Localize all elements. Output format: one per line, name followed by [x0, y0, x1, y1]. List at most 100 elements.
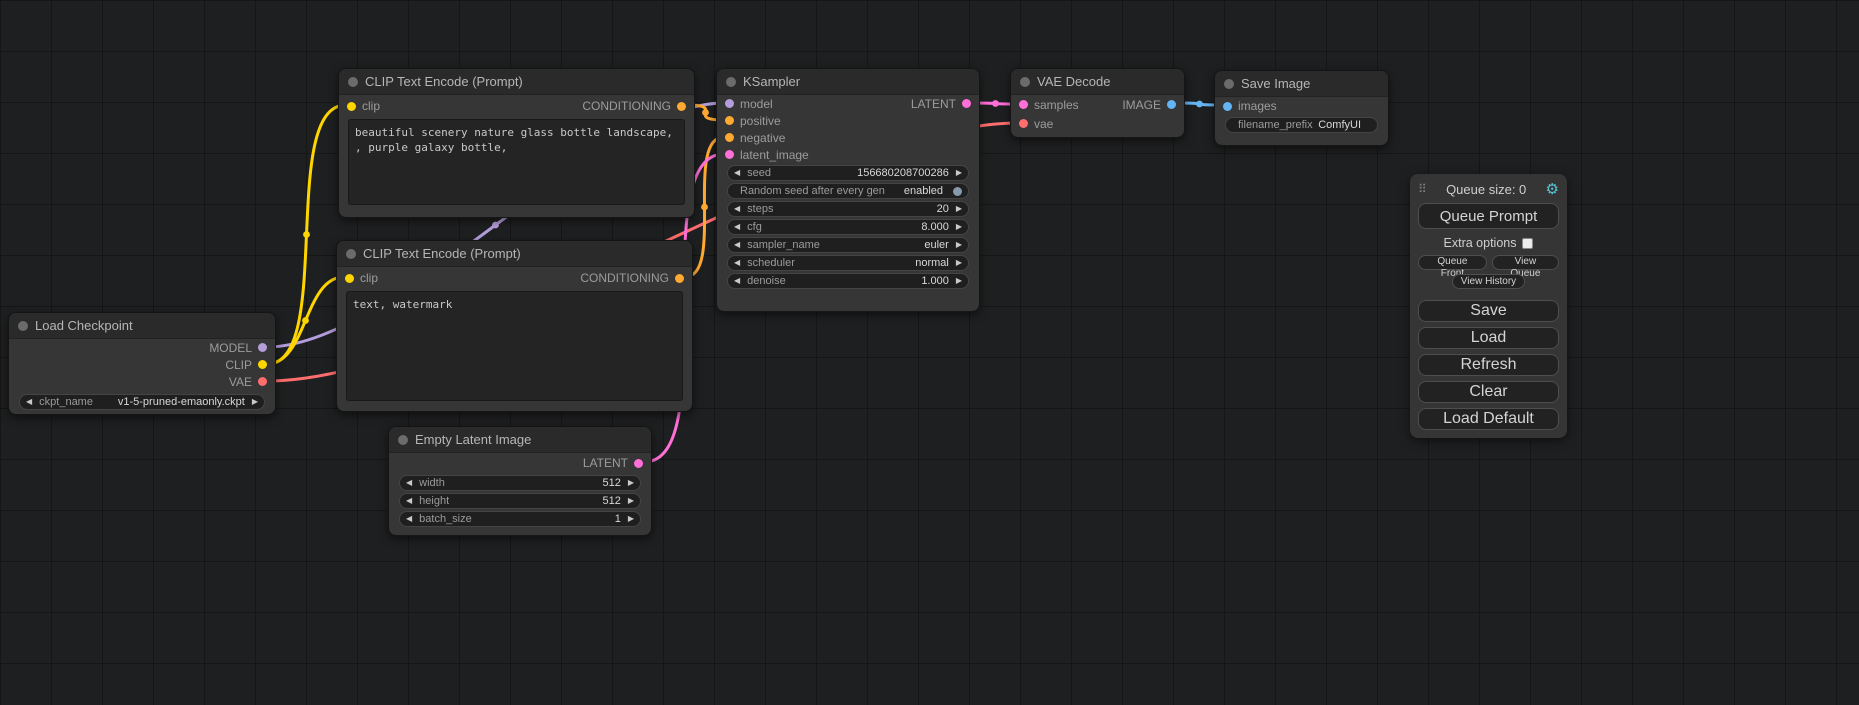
clip-input-port[interactable] [345, 274, 354, 283]
queue-prompt-button[interactable]: Queue Prompt [1418, 203, 1559, 229]
increment-arrow-icon[interactable]: ▶ [956, 277, 962, 285]
latent-output-port[interactable] [962, 99, 971, 108]
node-titlebar[interactable]: Save Image [1215, 71, 1388, 97]
image-output-port[interactable] [1167, 100, 1176, 109]
link-midpoint-dot-sampled-latent[interactable] [992, 100, 999, 107]
node-titlebar[interactable]: KSampler [717, 69, 979, 95]
conditioning-output-port[interactable] [675, 274, 684, 283]
node-titlebar[interactable]: CLIP Text Encode (Prompt) [337, 241, 692, 267]
prev-arrow-icon[interactable]: ◀ [26, 398, 32, 406]
positive-input-port[interactable] [725, 116, 734, 125]
node-ksampler[interactable]: KSampler model LATENT positive negative … [716, 68, 980, 312]
collapse-dot[interactable] [346, 249, 356, 259]
negative-prompt-textarea[interactable]: text, watermark [346, 291, 683, 401]
widget-label: seed [747, 167, 771, 179]
clip-input-port[interactable] [347, 102, 356, 111]
samples-input-port[interactable] [1019, 100, 1028, 109]
decrement-arrow-icon[interactable]: ◀ [406, 515, 412, 523]
increment-arrow-icon[interactable]: ▶ [628, 515, 634, 523]
prev-arrow-icon[interactable]: ◀ [734, 259, 740, 267]
seed-widget[interactable]: ◀ seed 156680208700286 ▶ [727, 165, 969, 181]
node-titlebar[interactable]: Empty Latent Image [389, 427, 651, 453]
load-default-button[interactable]: Load Default [1418, 408, 1559, 430]
node-clip-text-encode-negative[interactable]: CLIP Text Encode (Prompt) clip CONDITION… [336, 240, 693, 412]
positive-prompt-textarea[interactable]: beautiful scenery nature glass bottle la… [348, 119, 685, 205]
collapse-dot[interactable] [398, 435, 408, 445]
decrement-arrow-icon[interactable]: ◀ [406, 497, 412, 505]
node-empty-latent-image[interactable]: Empty Latent Image LATENT ◀ width 512 ▶ … [388, 426, 652, 536]
node-titlebar[interactable]: VAE Decode [1011, 69, 1184, 95]
negative-input-port[interactable] [725, 133, 734, 142]
ckpt-name-widget[interactable]: ◀ ckpt_name v1-5-pruned-emaonly.ckpt ▶ [19, 394, 265, 410]
conditioning-output-port[interactable] [677, 102, 686, 111]
model-input-port[interactable] [725, 99, 734, 108]
denoise-widget[interactable]: ◀ denoise 1.000 ▶ [727, 273, 969, 289]
clip-output-port[interactable] [258, 360, 267, 369]
random-seed-toggle-widget[interactable]: Random seed after every gen enabled [727, 183, 969, 199]
cfg-widget[interactable]: ◀ cfg 8.000 ▶ [727, 219, 969, 235]
height-widget[interactable]: ◀ height 512 ▶ [399, 493, 641, 509]
link-midpoint-dot-clip-to-positive[interactable] [303, 231, 310, 238]
view-history-button[interactable]: View History [1452, 274, 1525, 289]
link-midpoint-dot-model[interactable] [492, 222, 499, 229]
images-input-port[interactable] [1223, 102, 1232, 111]
decrement-arrow-icon[interactable]: ◀ [734, 169, 740, 177]
queue-menu-panel[interactable]: ⠿ Queue size: 0 ⚙ Queue Prompt Extra opt… [1410, 174, 1567, 438]
view-queue-button[interactable]: View Queue [1492, 255, 1559, 270]
slot-row: LATENT [389, 453, 651, 473]
drag-handle-icon[interactable]: ⠿ [1418, 182, 1427, 196]
link-midpoint-dot-clip-to-negative[interactable] [302, 317, 309, 324]
steps-widget[interactable]: ◀ steps 20 ▶ [727, 201, 969, 217]
increment-arrow-icon[interactable]: ▶ [628, 479, 634, 487]
node-graph-canvas[interactable]: Load Checkpoint MODEL CLIP VAE ◀ ckpt_na… [0, 0, 1859, 705]
node-titlebar[interactable]: CLIP Text Encode (Prompt) [339, 69, 694, 95]
increment-arrow-icon[interactable]: ▶ [956, 223, 962, 231]
decrement-arrow-icon[interactable]: ◀ [406, 479, 412, 487]
latent-image-input-port[interactable] [725, 150, 734, 159]
increment-arrow-icon[interactable]: ▶ [956, 169, 962, 177]
latent-output-port[interactable] [634, 459, 643, 468]
vae-input-port[interactable] [1019, 119, 1028, 128]
filename-prefix-widget[interactable]: filename_prefix ComfyUI [1225, 117, 1378, 133]
collapse-dot[interactable] [1020, 77, 1030, 87]
link-midpoint-dot-positive-conditioning[interactable] [702, 109, 709, 116]
link-midpoint-dot-negative-conditioning[interactable] [701, 204, 708, 211]
node-clip-text-encode-positive[interactable]: CLIP Text Encode (Prompt) clip CONDITION… [338, 68, 695, 218]
increment-arrow-icon[interactable]: ▶ [956, 205, 962, 213]
scheduler-widget[interactable]: ◀ scheduler normal ▶ [727, 255, 969, 271]
widget-label: width [419, 477, 445, 489]
refresh-button[interactable]: Refresh [1418, 354, 1559, 376]
next-arrow-icon[interactable]: ▶ [956, 259, 962, 267]
decrement-arrow-icon[interactable]: ◀ [734, 205, 740, 213]
link-midpoint-dot-decoded-image[interactable] [1196, 101, 1203, 108]
prev-arrow-icon[interactable]: ◀ [734, 241, 740, 249]
next-arrow-icon[interactable]: ▶ [956, 241, 962, 249]
model-output-port[interactable] [258, 343, 267, 352]
batch-size-widget[interactable]: ◀ batch_size 1 ▶ [399, 511, 641, 527]
menu-header: ⠿ Queue size: 0 ⚙ [1418, 180, 1559, 198]
next-arrow-icon[interactable]: ▶ [252, 398, 258, 406]
node-vae-decode[interactable]: VAE Decode samples IMAGE vae [1010, 68, 1185, 138]
extra-options-checkbox[interactable] [1522, 238, 1533, 249]
collapse-dot[interactable] [18, 321, 28, 331]
node-titlebar[interactable]: Load Checkpoint [9, 313, 275, 339]
clear-button[interactable]: Clear [1418, 381, 1559, 403]
decrement-arrow-icon[interactable]: ◀ [734, 277, 740, 285]
increment-arrow-icon[interactable]: ▶ [628, 497, 634, 505]
collapse-dot[interactable] [1224, 79, 1234, 89]
sampler-name-widget[interactable]: ◀ sampler_name euler ▶ [727, 237, 969, 253]
width-widget[interactable]: ◀ width 512 ▶ [399, 475, 641, 491]
decrement-arrow-icon[interactable]: ◀ [734, 223, 740, 231]
node-load-checkpoint[interactable]: Load Checkpoint MODEL CLIP VAE ◀ ckpt_na… [8, 312, 276, 415]
save-button[interactable]: Save [1418, 300, 1559, 322]
widget-value: enabled [904, 185, 943, 197]
collapse-dot[interactable] [348, 77, 358, 87]
load-button[interactable]: Load [1418, 327, 1559, 349]
toggle-enabled-dot[interactable] [953, 187, 962, 196]
vae-output-port[interactable] [258, 377, 267, 386]
settings-gear-icon[interactable]: ⚙ [1546, 180, 1559, 198]
collapse-dot[interactable] [726, 77, 736, 87]
queue-front-button[interactable]: Queue Front [1418, 255, 1487, 270]
slot-label: VAE [229, 375, 252, 389]
node-save-image[interactable]: Save Image images filename_prefix ComfyU… [1214, 70, 1389, 146]
